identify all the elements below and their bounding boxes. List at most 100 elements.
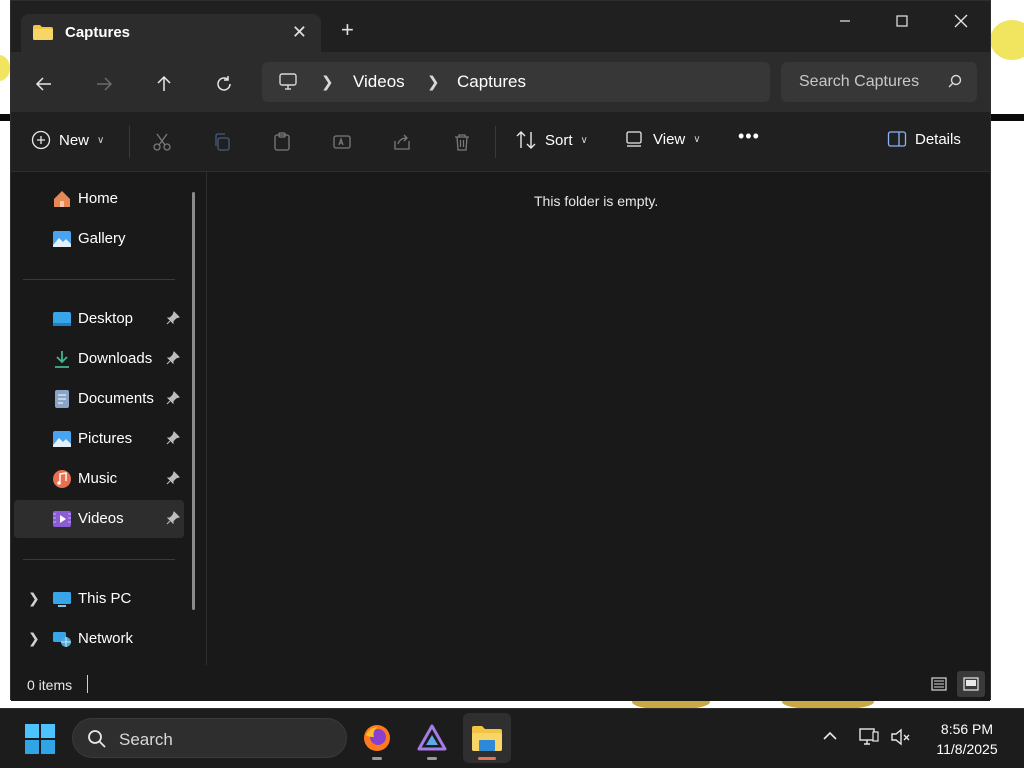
chevron-down-icon: ∨ <box>580 134 588 146</box>
back-arrow-icon[interactable] <box>30 70 58 98</box>
toolbar-divider <box>129 126 130 158</box>
breadcrumb-chevron-icon[interactable]: ❯ <box>427 73 440 91</box>
file-list-area[interactable]: This folder is empty. <box>208 172 990 665</box>
rename-icon[interactable] <box>330 130 354 154</box>
empty-folder-message: This folder is empty. <box>534 193 659 209</box>
sidebar-item-network[interactable]: ❯ Network <box>14 620 184 658</box>
folder-icon <box>33 25 53 40</box>
details-view-toggle-icon[interactable] <box>925 671 953 697</box>
view-button[interactable]: View ∨ <box>625 130 701 148</box>
sort-button[interactable]: Sort ∨ <box>515 130 588 150</box>
forward-arrow-icon[interactable] <box>90 70 118 98</box>
sidebar-divider <box>23 559 175 560</box>
sidebar-item-music[interactable]: Music <box>14 460 184 498</box>
new-tab-button[interactable]: + <box>341 19 354 41</box>
sidebar-item-gallery[interactable]: Gallery <box>14 220 184 258</box>
address-bar[interactable]: ❯ Videos ❯ Captures <box>262 62 770 102</box>
sidebar-item-documents[interactable]: Documents <box>14 380 184 418</box>
details-pane-icon <box>887 131 907 147</box>
paste-icon[interactable] <box>270 130 294 154</box>
sidebar-item-pictures[interactable]: Pictures <box>14 420 184 458</box>
taskbar: Search 8:56 PM 11/8/2025 <box>0 708 1024 768</box>
sidebar-divider <box>23 279 175 280</box>
status-divider <box>87 675 88 693</box>
new-button[interactable]: New ∨ <box>31 130 104 150</box>
cut-icon[interactable] <box>150 130 174 154</box>
breadcrumb-captures[interactable]: Captures <box>457 72 526 92</box>
sidebar-item-home[interactable]: Home <box>14 180 184 218</box>
file-explorer-window: Captures ✕ + ❯ Videos ❯ Captures Search … <box>10 0 991 701</box>
close-icon[interactable] <box>939 7 983 35</box>
this-pc-icon[interactable] <box>278 72 298 92</box>
app-running-indicator <box>372 757 382 760</box>
desktop-wallpaper-shape <box>0 55 10 81</box>
desktop-icon <box>53 312 71 326</box>
sidebar-item-desktop[interactable]: Desktop <box>14 300 184 338</box>
breadcrumb-videos[interactable]: Videos <box>353 72 405 92</box>
view-icon <box>626 131 642 147</box>
desktop-wallpaper-shape <box>990 20 1024 60</box>
plus-circle-icon <box>31 130 51 150</box>
chevron-down-icon: ∨ <box>97 134 105 146</box>
taskbar-app-firefox[interactable] <box>353 713 401 763</box>
details-button[interactable]: Details <box>887 130 961 148</box>
details-label: Details <box>915 130 961 148</box>
network-icon <box>53 632 71 647</box>
chevron-right-icon[interactable]: ❯ <box>28 590 40 607</box>
up-arrow-icon[interactable] <box>150 70 178 98</box>
maximize-icon[interactable] <box>880 7 924 35</box>
tab-title: Captures <box>65 24 131 41</box>
search-icon[interactable] <box>947 73 963 89</box>
sidebar-item-label: Documents <box>78 390 154 407</box>
show-hidden-icons-chevron-icon[interactable] <box>821 727 839 745</box>
sidebar-scrollbar[interactable] <box>192 192 195 610</box>
sidebar-item-videos[interactable]: Videos <box>14 500 184 538</box>
sidebar-item-this-pc[interactable]: ❯ This PC <box>14 580 184 618</box>
navigation-pane: Home Gallery Desktop Downloads Documents… <box>11 172 207 665</box>
minimize-icon[interactable] <box>823 7 867 35</box>
taskbar-search-label: Search <box>119 730 173 749</box>
pin-icon[interactable] <box>166 431 180 445</box>
title-bar: Captures ✕ + <box>11 1 990 52</box>
large-icons-view-toggle-icon[interactable] <box>957 671 985 697</box>
search-placeholder: Search Captures <box>799 73 920 90</box>
file-explorer-icon <box>472 726 502 751</box>
pin-icon[interactable] <box>166 311 180 325</box>
clock-time: 8:56 PM <box>940 721 994 737</box>
delete-icon[interactable] <box>450 130 474 154</box>
command-bar: New ∨ Sort ∨ View ∨ ••• Details <box>11 112 990 172</box>
taskbar-search-box[interactable]: Search <box>72 718 347 758</box>
network-status-icon[interactable] <box>858 727 880 747</box>
tab-captures[interactable]: Captures ✕ <box>21 14 321 52</box>
share-icon[interactable] <box>390 130 414 154</box>
pin-icon[interactable] <box>166 391 180 405</box>
taskbar-app-pinned[interactable] <box>408 713 456 763</box>
chevron-down-icon: ∨ <box>693 133 701 145</box>
pin-icon[interactable] <box>166 351 180 365</box>
copy-icon[interactable] <box>210 130 234 154</box>
windows-start-icon[interactable] <box>25 724 55 754</box>
sidebar-item-label: Gallery <box>78 230 126 247</box>
sort-icon <box>516 131 536 149</box>
taskbar-app-file-explorer[interactable] <box>463 713 511 763</box>
sidebar-item-label: Network <box>78 630 134 647</box>
taskbar-clock[interactable]: 8:56 PM 11/8/2025 <box>922 719 1012 759</box>
volume-muted-icon[interactable] <box>890 727 912 747</box>
sidebar-item-downloads[interactable]: Downloads <box>14 340 184 378</box>
search-input[interactable]: Search Captures <box>781 62 977 102</box>
documents-icon <box>55 390 69 408</box>
close-tab-icon[interactable]: ✕ <box>292 22 307 43</box>
pin-icon[interactable] <box>166 511 180 525</box>
breadcrumb-chevron-icon[interactable]: ❯ <box>321 73 334 91</box>
pictures-icon <box>53 431 71 447</box>
chevron-right-icon[interactable]: ❯ <box>28 630 40 647</box>
more-icon: ••• <box>738 126 760 146</box>
more-options-button[interactable]: ••• <box>738 126 760 147</box>
clock-date: 11/8/2025 <box>936 741 998 757</box>
sidebar-item-label: Pictures <box>78 430 133 447</box>
navigation-bar: ❯ Videos ❯ Captures Search Captures <box>11 52 990 112</box>
app-icon <box>417 724 447 751</box>
pin-icon[interactable] <box>166 471 180 485</box>
sidebar-item-label: Videos <box>78 510 124 527</box>
refresh-icon[interactable] <box>210 70 238 98</box>
